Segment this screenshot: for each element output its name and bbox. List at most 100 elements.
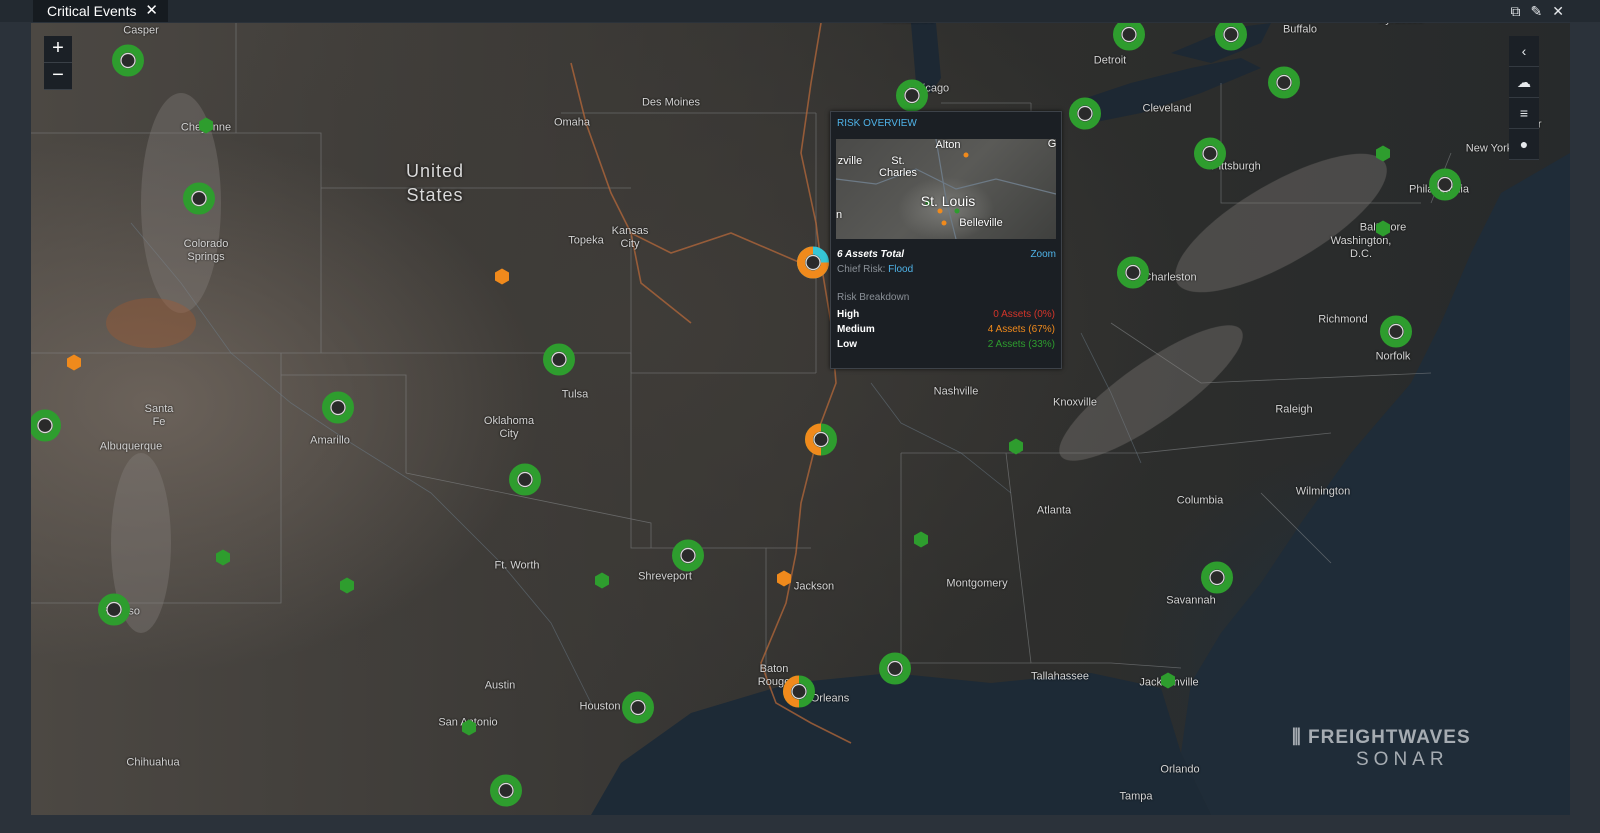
event-cluster-marker[interactable] — [1193, 137, 1227, 176]
asset-hexagon-marker[interactable] — [1007, 438, 1025, 461]
popup-minimap: Alton St. Charles St. Louis Belleville z… — [836, 139, 1056, 239]
city-label: Albuquerque — [99, 440, 163, 453]
mixed-risk-cluster-marker[interactable] — [804, 423, 838, 462]
mixed-risk-cluster-marker[interactable] — [782, 675, 816, 714]
event-cluster-marker[interactable] — [1112, 23, 1146, 57]
edit-icon[interactable]: ✎ — [1531, 3, 1543, 20]
map-tools-panel: ‹ ☁ ≡ ● — [1509, 36, 1539, 160]
asset-hexagon-marker[interactable] — [1159, 672, 1177, 695]
event-cluster-marker[interactable] — [1267, 66, 1301, 105]
risk-level-label: Low — [837, 339, 857, 350]
city-label: Amarillo — [310, 434, 350, 447]
city-label: Nashville — [933, 385, 979, 398]
risk-level-value: 2 Assets (33%) — [987, 339, 1055, 350]
city-label: Raleigh — [1275, 403, 1313, 416]
city-label: Columbia — [1176, 494, 1224, 507]
asset-hexagon-marker[interactable] — [593, 572, 611, 595]
tab-critical-events[interactable]: Critical Events ✕ — [33, 0, 168, 22]
asset-hexagon-marker[interactable] — [912, 531, 930, 554]
zoom-in-button[interactable]: + — [44, 36, 72, 63]
city-label: Knoxville — [1052, 396, 1098, 409]
selected-cluster-marker[interactable] — [796, 246, 830, 285]
minimap-label-st-charles: St. Charles — [879, 155, 917, 179]
event-cluster-marker[interactable] — [621, 691, 655, 730]
city-label: Atlanta — [1036, 504, 1072, 517]
tab-close-icon[interactable]: ✕ — [145, 0, 158, 22]
city-label: New York — [1465, 142, 1513, 155]
event-cluster-marker[interactable] — [1200, 561, 1234, 600]
minimap-label-n: n — [836, 209, 843, 221]
close-icon[interactable]: ✕ — [1552, 3, 1564, 20]
city-label: Casper — [123, 24, 159, 37]
city-label: Tulsa — [561, 388, 589, 401]
minimap-label-belleville: Belleville — [959, 217, 1003, 229]
event-cluster-marker[interactable] — [542, 343, 576, 382]
bottom-bar — [0, 815, 1600, 833]
city-label: Kansas City — [611, 225, 649, 250]
city-label: Orlando — [1160, 763, 1200, 776]
minimap-label-zville: zville — [837, 155, 863, 167]
minimap-label-g: G — [1047, 139, 1056, 150]
asset-hexagon-marker[interactable] — [65, 354, 83, 377]
event-cluster-marker[interactable] — [31, 409, 62, 448]
event-cluster-marker[interactable] — [111, 44, 145, 83]
logo-line1-text: FREIGHTWAVES — [1308, 727, 1471, 748]
event-cluster-marker[interactable] — [1116, 256, 1150, 295]
copy-icon[interactable]: ⧉ — [1511, 3, 1521, 20]
asset-hexagon-marker[interactable] — [338, 577, 356, 600]
location-pin-icon[interactable]: ● — [1509, 129, 1539, 160]
city-label: Buffalo — [1282, 23, 1318, 36]
window-controls: ⧉ ✎ ✕ — [1511, 0, 1564, 22]
zoom-out-button[interactable]: − — [44, 63, 72, 90]
collapse-chevron-icon[interactable]: ‹ — [1509, 36, 1539, 67]
chief-risk-value: Flood — [888, 264, 914, 275]
risk-level-value: 4 Assets (67%) — [987, 324, 1055, 335]
country-label: United States — [406, 159, 464, 207]
map-canvas[interactable]: United States CasperCheyenneColoradoSpri… — [31, 23, 1570, 815]
city-label: Tallahassee — [1030, 670, 1090, 683]
city-label: Jackson — [793, 580, 835, 593]
asset-hexagon-marker[interactable] — [493, 268, 511, 291]
asset-hexagon-marker[interactable] — [1374, 145, 1392, 168]
city-label: Wilmington — [1295, 485, 1351, 498]
asset-hexagon-marker[interactable] — [197, 117, 215, 140]
asset-hexagon-marker[interactable] — [1374, 220, 1392, 243]
city-label: Oklahoma City — [483, 415, 535, 440]
weather-cloud-icon[interactable]: ☁ — [1509, 67, 1539, 98]
top-bar: Critical Events ✕ ⧉ ✎ ✕ — [0, 0, 1600, 22]
event-cluster-marker[interactable] — [878, 652, 912, 691]
event-cluster-marker[interactable] — [1214, 23, 1248, 57]
city-label: Tampa — [1119, 790, 1153, 803]
event-cluster-marker[interactable] — [321, 391, 355, 430]
city-label: Milwaukee — [883, 23, 935, 27]
event-cluster-marker[interactable] — [1428, 168, 1462, 207]
event-cluster-marker[interactable] — [671, 539, 705, 578]
risk-breakdown-label: Risk Breakdown — [837, 292, 910, 303]
chief-risk-label: Chief Risk: — [837, 264, 886, 275]
popup-zoom-link[interactable]: Zoom — [1030, 249, 1056, 260]
risk-overview-popup: RISK OVERVIEW Alton St. Charles St. Loui… — [830, 111, 1062, 369]
asset-hexagon-marker[interactable] — [214, 549, 232, 572]
event-cluster-marker[interactable] — [1379, 315, 1413, 354]
asset-hexagon-marker[interactable] — [460, 719, 478, 742]
zoom-control: + − — [44, 36, 72, 90]
event-cluster-marker[interactable] — [97, 593, 131, 632]
event-cluster-marker[interactable] — [182, 182, 216, 221]
event-cluster-marker[interactable] — [508, 463, 542, 502]
minimap-base — [836, 139, 1056, 239]
city-label: Topeka — [568, 234, 604, 247]
risk-level-value: 0 Assets (0%) — [993, 309, 1055, 320]
event-cluster-marker[interactable] — [489, 774, 523, 813]
event-cluster-marker[interactable] — [1068, 97, 1102, 136]
city-label: Chihuahua — [126, 756, 180, 769]
city-label: Colorado Springs — [183, 238, 229, 263]
city-label: Ft. Worth — [494, 559, 540, 572]
country-label-line2: States — [406, 185, 464, 205]
city-label: Des Moines — [641, 96, 701, 109]
risk-level-label: Medium — [837, 324, 875, 335]
city-label: Orleans — [810, 692, 850, 705]
city-label: Charleston — [1143, 271, 1197, 284]
asset-hexagon-marker[interactable] — [775, 570, 793, 593]
assets-total: 6 Assets Total — [837, 249, 905, 260]
layers-icon[interactable]: ≡ — [1509, 98, 1539, 129]
